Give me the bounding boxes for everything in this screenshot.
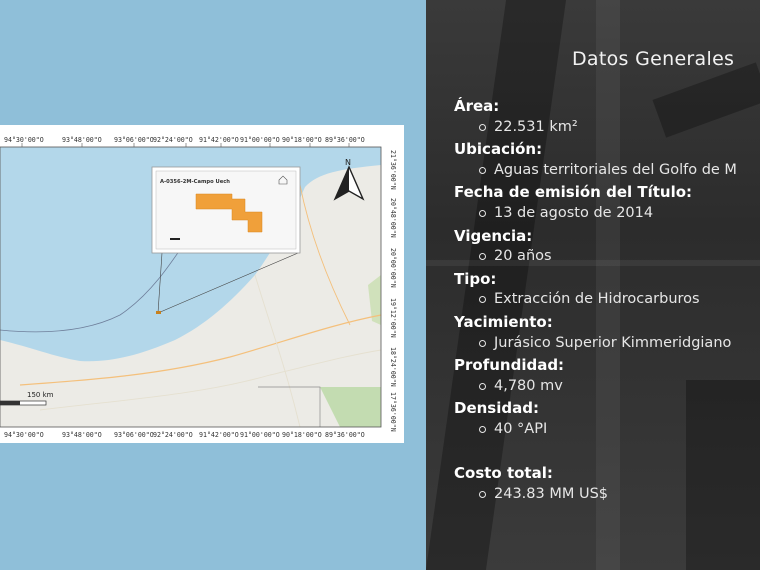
slide-left-background: 94°30'00"O 93°48'00"O 93°06'00"O 92°24'0…	[0, 0, 426, 570]
field-value-ubicacion: Aguas territoriales del Golfo de M	[479, 162, 737, 178]
lat-tick-label: 17°36'00"N	[389, 392, 397, 432]
lon-tick-label: 89°36'00"O	[325, 431, 365, 439]
field-label-fecha: Fecha de emisión del Título:	[454, 183, 693, 201]
field-label-tipo: Tipo:	[454, 270, 497, 288]
field-label-vigencia: Vigencia:	[454, 227, 533, 245]
lon-tick-label: 92°24'00"O	[153, 136, 193, 144]
lon-tick-label: 93°06'00"O	[114, 136, 154, 144]
lon-tick-label: 89°36'00"O	[325, 136, 365, 144]
lon-tick-label: 93°48'00"O	[62, 136, 102, 144]
lat-tick-label: 20°00'00"N	[389, 248, 397, 288]
lon-tick-labels-bottom: 94°30'00"O 93°48'00"O 93°06'00"O 92°24'0…	[4, 431, 365, 439]
inset-map: A-0356-2M-Campo Uech	[151, 166, 301, 254]
location-map: 94°30'00"O 93°48'00"O 93°06'00"O 92°24'0…	[0, 136, 397, 439]
field-value-vigencia: 20 años	[479, 248, 552, 264]
lon-tick-label: 93°48'00"O	[62, 431, 102, 439]
field-label-yacimiento: Yacimiento:	[454, 313, 553, 331]
info-panel: Datos Generales Área: 22.531 km² Ubicaci…	[426, 0, 760, 570]
scale-label: 150 km	[27, 391, 54, 399]
lat-tick-label: 19°12'00"N	[389, 298, 397, 338]
lon-tick-label: 91°42'00"O	[199, 136, 239, 144]
field-label-ubicacion: Ubicación:	[454, 140, 543, 158]
map-figure: 94°30'00"O 93°48'00"O 93°06'00"O 92°24'0…	[0, 125, 404, 443]
lon-tick-label: 90°18'00"O	[282, 136, 322, 144]
panel-title: Datos Generales	[572, 48, 735, 70]
lat-tick-labels: 21°36'00"N 20°48'00"N 20°00'00"N 19°12'0…	[389, 150, 397, 432]
cost-label: Costo total:	[454, 464, 553, 482]
field-value-profundidad: 4,780 mv	[479, 378, 563, 394]
field-label-area: Área:	[454, 97, 500, 115]
lon-tick-label: 93°06'00"O	[114, 431, 154, 439]
lon-tick-label: 91°00'00"O	[240, 431, 280, 439]
lon-tick-label: 94°30'00"O	[4, 431, 44, 439]
field-label-densidad: Densidad:	[454, 399, 539, 417]
lon-tick-labels-top: 94°30'00"O 93°48'00"O 93°06'00"O 92°24'0…	[4, 136, 365, 144]
lon-tick-label: 92°24'00"O	[153, 431, 193, 439]
lon-tick-label: 90°18'00"O	[282, 431, 322, 439]
lon-tick-label: 94°30'00"O	[4, 136, 44, 144]
cost-value: 243.83 MM US$	[479, 486, 608, 502]
lon-tick-label: 91°00'00"O	[240, 136, 280, 144]
field-value-fecha: 13 de agosto de 2014	[479, 205, 653, 221]
lat-tick-label: 20°48'00"N	[389, 198, 397, 238]
field-value-densidad: 40 °API	[479, 421, 547, 437]
field-label-profundidad: Profundidad:	[454, 356, 565, 374]
lat-tick-label: 21°36'00"N	[389, 150, 397, 190]
north-label: N	[345, 158, 351, 167]
field-value-area: 22.531 km²	[479, 119, 578, 135]
lon-tick-label: 91°42'00"O	[199, 431, 239, 439]
lat-tick-label: 18°24'00"N	[389, 347, 397, 387]
inset-title: A-0356-2M-Campo Uech	[160, 179, 230, 185]
field-value-tipo: Extracción de Hidrocarburos	[479, 291, 700, 307]
field-value-yacimiento: Jurásico Superior Kimmeridgiano	[479, 335, 731, 351]
